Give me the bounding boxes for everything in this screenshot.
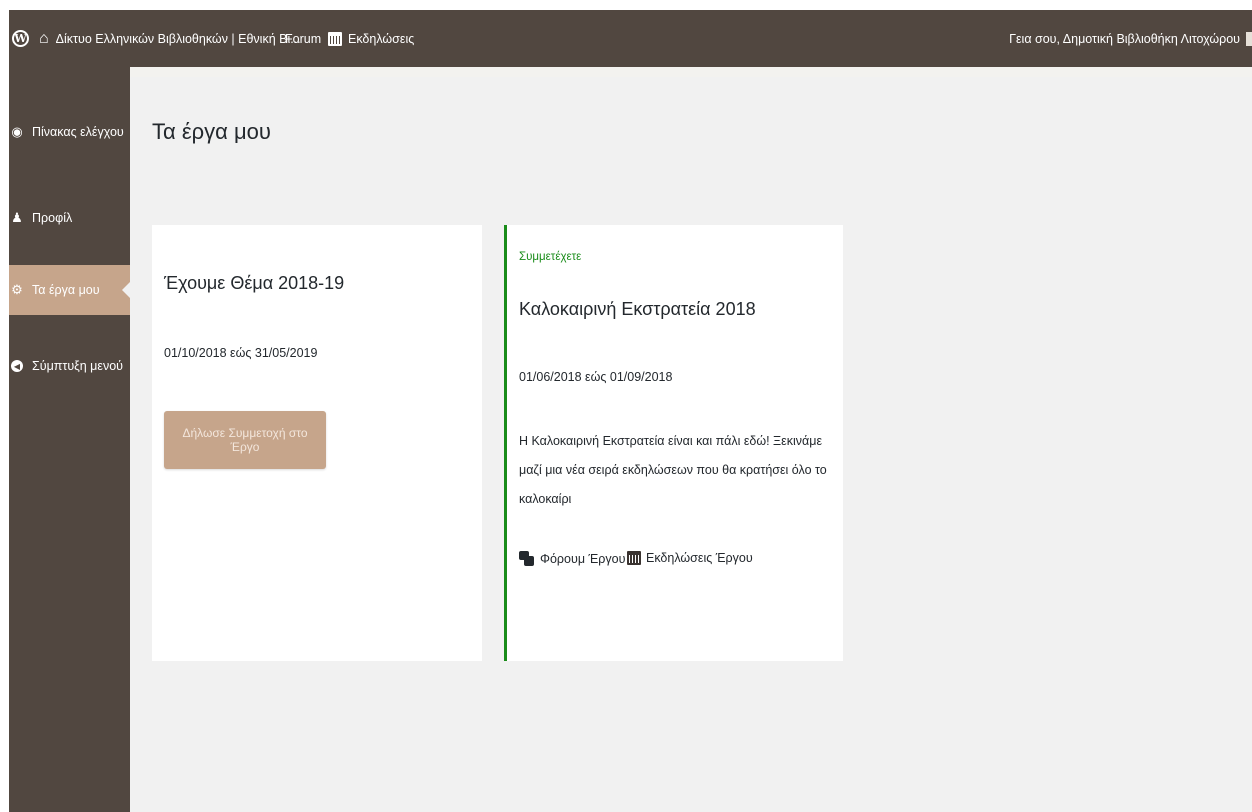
my-account-link[interactable]: Γεια σου, Δημοτική Βιβλιοθήκη Λιτοχώρου <box>1009 10 1240 67</box>
admin-bar: W ⌂ Δίκτυο Ελληνικών Βιβλιοθηκών | Εθνικ… <box>9 10 1252 67</box>
dashboard-icon: ◉ <box>11 124 23 139</box>
sidebar-item-label: Τα έργα μου <box>32 283 100 297</box>
main-content: Τα έργα μου Έχουμε Θέμα 2018-19 01/10/20… <box>130 67 1252 812</box>
account-greeting: Γεια σου, Δημοτική Βιβλιοθήκη Λιτοχώρου <box>1009 31 1240 46</box>
calendar-icon <box>627 551 641 565</box>
sidebar-item-label: Πίνακας ελέγχου <box>32 125 124 139</box>
join-project-button[interactable]: Δήλωσε Συμμετοχή στο Έργο <box>164 411 326 469</box>
sidebar-item-label: Σύμπτυξη μενού <box>32 359 123 373</box>
avatar[interactable] <box>1246 32 1252 46</box>
wordpress-logo-button[interactable]: W <box>12 10 29 67</box>
site-name-label: Δίκτυο Ελληνικών Βιβλιοθηκών | Εθνική Βι… <box>55 31 301 46</box>
admin-sidebar: ◉ Πίνακας ελέγχου ♟ Προφίλ ⚙ Τα έργα μου… <box>9 67 130 812</box>
sidebar-item-dashboard[interactable]: ◉ Πίνακας ελέγχου <box>9 107 130 157</box>
calendar-icon <box>328 31 342 46</box>
sidebar-item-collapse-menu[interactable]: ◀ Σύμπτυξη μενού <box>9 341 130 391</box>
project-card: Συμμετέχετε Καλοκαιρινή Εκστρατεία 2018 … <box>504 225 843 661</box>
user-icon: ♟ <box>11 210 23 225</box>
project-dates: 01/06/2018 εώς 01/09/2018 <box>519 370 673 384</box>
wordpress-logo-icon: W <box>12 30 29 47</box>
forum-link[interactable]: Forum <box>285 10 321 67</box>
forum-label: Forum <box>285 31 322 46</box>
participation-status: Συμμετέχετε <box>519 251 582 263</box>
collapse-icon: ◀ <box>11 360 23 372</box>
project-title: Έχουμε Θέμα 2018-19 <box>164 273 345 293</box>
gear-icon: ⚙ <box>11 282 23 297</box>
project-dates: 01/10/2018 εώς 31/05/2019 <box>164 346 318 360</box>
project-forum-link[interactable]: Φόρουμ Έργου <box>519 551 625 567</box>
page-title: Τα έργα μου <box>152 119 271 144</box>
project-events-link[interactable]: Εκδηλώσεις Έργου <box>627 551 753 565</box>
site-name-link[interactable]: ⌂ Δίκτυο Ελληνικών Βιβλιοθηκών | Εθνική … <box>39 10 301 67</box>
events-label: Εκδηλώσεις <box>348 31 415 46</box>
forum-icon <box>519 551 535 567</box>
events-link-label: Εκδηλώσεις Έργου <box>646 551 753 565</box>
sidebar-item-my-projects[interactable]: ⚙ Τα έργα μου <box>9 265 130 315</box>
home-icon: ⌂ <box>39 29 49 47</box>
project-card: Έχουμε Θέμα 2018-19 01/10/2018 εώς 31/05… <box>152 225 482 661</box>
sidebar-item-profile[interactable]: ♟ Προφίλ <box>9 193 130 243</box>
project-description: Η Καλοκαιρινή Εκστρατεία είναι και πάλι … <box>519 434 827 506</box>
sidebar-item-label: Προφίλ <box>32 211 73 225</box>
events-link[interactable]: Εκδηλώσεις <box>328 10 414 67</box>
project-title: Καλοκαιρινή Εκστρατεία 2018 <box>519 299 756 319</box>
forum-link-label: Φόρουμ Έργου <box>540 552 626 566</box>
